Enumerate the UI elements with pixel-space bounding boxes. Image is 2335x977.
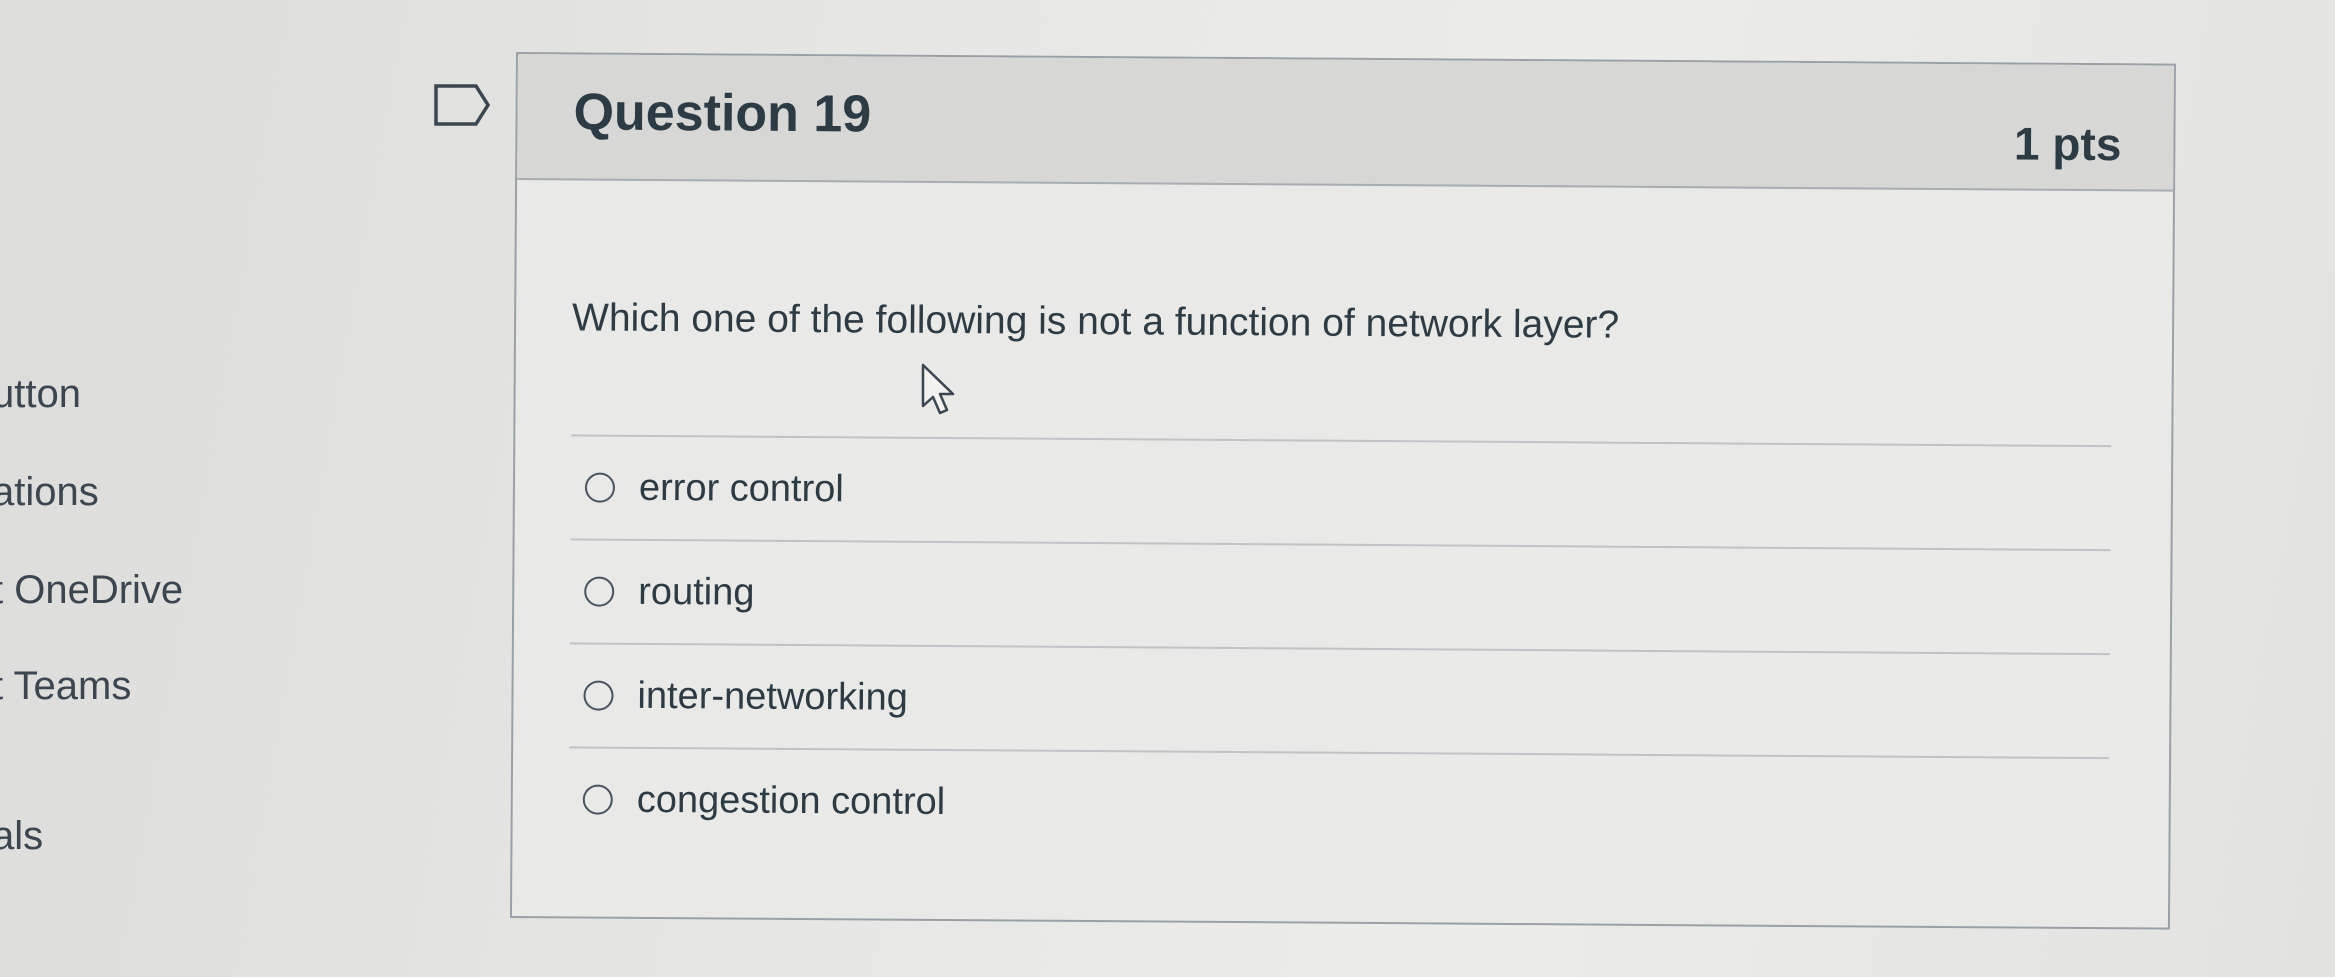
answer-label: congestion control [636, 778, 946, 823]
answer-label: routing [638, 570, 755, 614]
radio-button[interactable] [582, 784, 613, 815]
nav-item-button[interactable]: utton [0, 372, 81, 417]
question-points: 1 pts [2013, 117, 2122, 171]
flag-icon[interactable] [432, 82, 492, 128]
radio-button[interactable] [583, 680, 614, 711]
question-text: Which one of the following is not a func… [571, 296, 1620, 347]
course-navigation: utton ations t OneDrive t Teams als [0, 0, 260, 977]
answer-list: error control routing inter-networking c… [568, 434, 2112, 861]
nav-item-onedrive[interactable]: t OneDrive [0, 568, 183, 613]
answer-option[interactable]: inter-networking [569, 644, 2110, 757]
radio-button[interactable] [584, 576, 615, 607]
question-card: Question 19 1 pts Which one of the follo… [509, 52, 2176, 930]
nav-item-als[interactable]: als [0, 814, 43, 859]
question-title: Question 19 [573, 83, 872, 144]
answer-option[interactable]: routing [570, 540, 2111, 653]
radio-button[interactable] [584, 472, 616, 503]
nav-item-teams[interactable]: t Teams [0, 664, 131, 709]
answer-label: inter-networking [637, 674, 908, 719]
answer-option[interactable]: error control [571, 436, 2112, 549]
nav-item-applications[interactable]: ations [0, 470, 99, 515]
question-header: Question 19 1 pts [517, 54, 2174, 192]
answer-option[interactable]: congestion control [568, 748, 2109, 861]
answer-label: error control [638, 466, 844, 510]
